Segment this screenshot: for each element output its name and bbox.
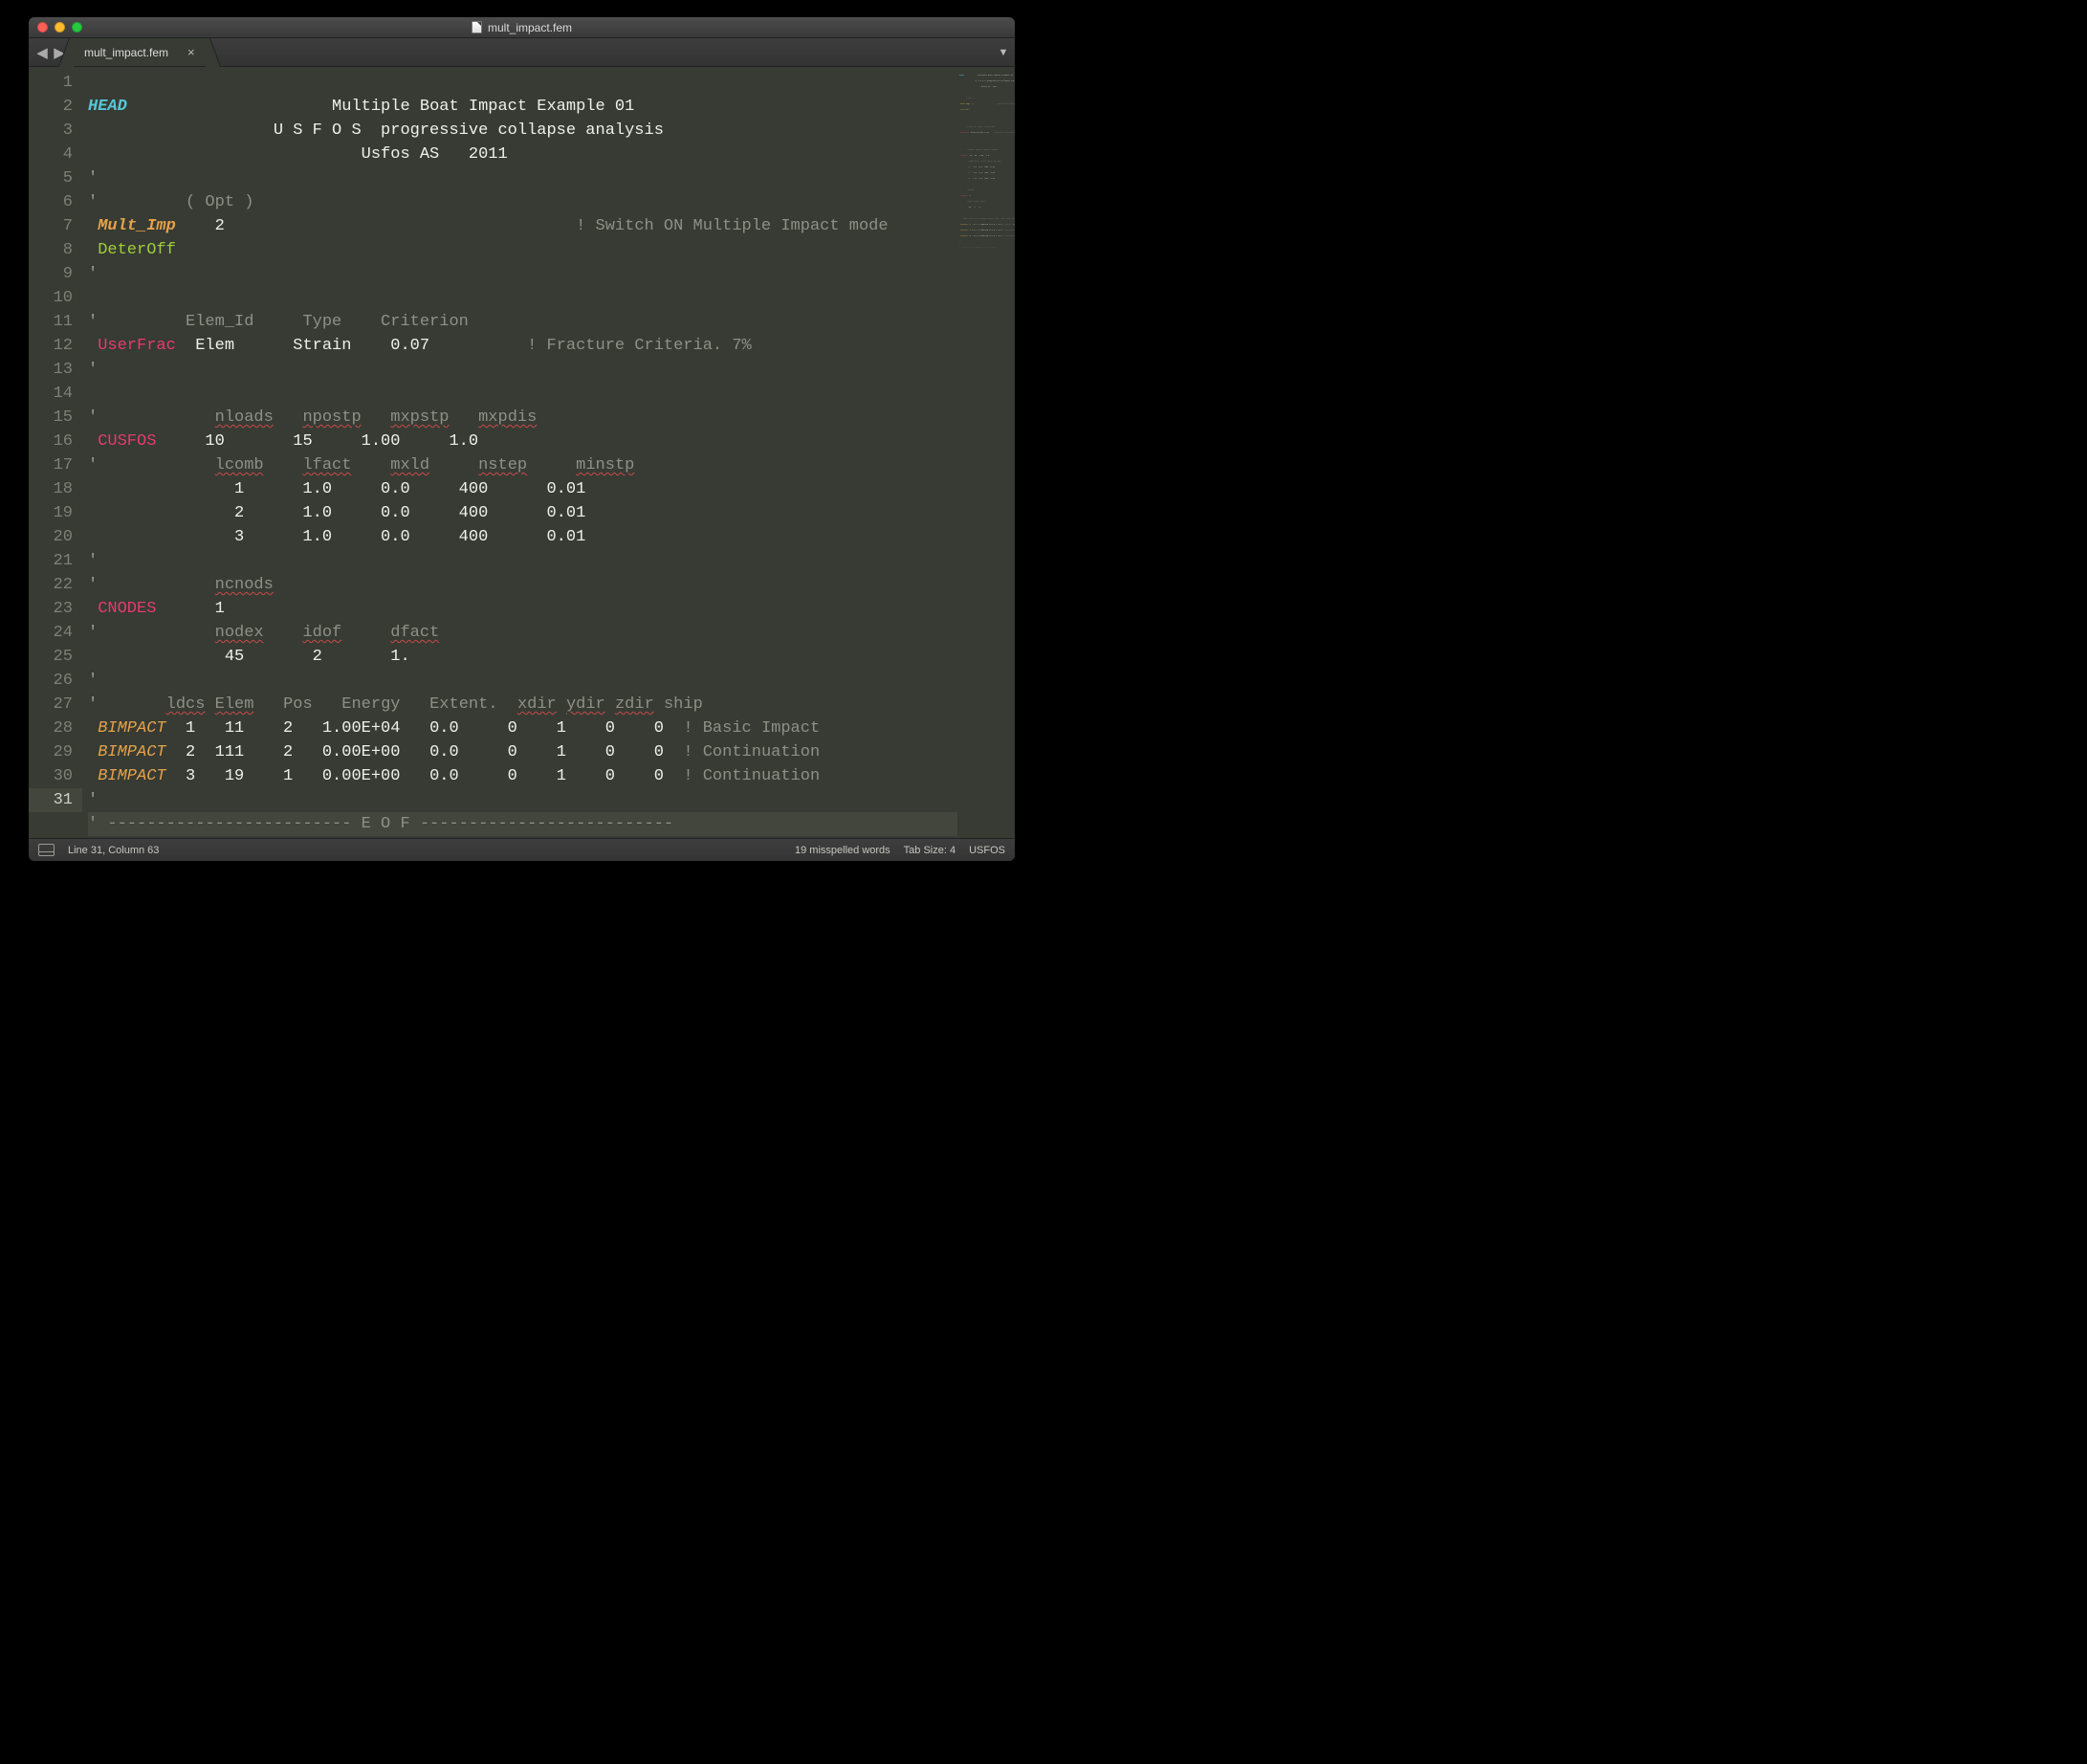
document-icon [472, 21, 482, 33]
token-userfrac: UserFrac [88, 337, 176, 355]
nav-back-button[interactable]: ◀ [34, 44, 50, 61]
panel-toggle-icon[interactable] [38, 844, 55, 856]
code-editor[interactable]: HEAD Multiple Boat Impact Example 01 U S… [82, 67, 957, 838]
status-cursor-position[interactable]: Line 31, Column 63 [68, 845, 159, 856]
line-number-gutter[interactable]: 1234567891011121314151617181920212223242… [29, 67, 82, 838]
window-title: mult_impact.fem [29, 21, 1015, 34]
token-bimpact: BIMPACT [88, 719, 166, 738]
tab-label: mult_impact.fem [84, 46, 168, 59]
token-head: HEAD [88, 98, 127, 116]
token-cnodes: CNODES [88, 600, 156, 618]
editor-area: 1234567891011121314151617181920212223242… [29, 67, 1015, 838]
tabs-dropdown-button[interactable]: ▼ [992, 38, 1015, 66]
editor-window: mult_impact.fem ◀ ▶ mult_impact.fem × ▼ … [29, 17, 1015, 861]
window-title-text: mult_impact.fem [488, 21, 572, 34]
traffic-lights [29, 22, 82, 33]
token-bimpact: BIMPACT [88, 743, 166, 761]
minimap[interactable]: HEAD Multiple Boat Impact Example 01 U S… [957, 67, 1015, 838]
status-tabsize[interactable]: Tab Size: 4 [904, 845, 956, 856]
status-spell[interactable]: 19 misspelled words [795, 845, 890, 856]
zoom-window-button[interactable] [72, 22, 82, 33]
token-mult-imp: Mult_Imp [88, 217, 176, 235]
titlebar: mult_impact.fem [29, 17, 1015, 38]
token-deteroff: DeterOff [88, 241, 176, 259]
tab-row: ◀ ▶ mult_impact.fem × ▼ [29, 38, 1015, 67]
minimize-window-button[interactable] [55, 22, 65, 33]
status-syntax[interactable]: USFOS [969, 845, 1005, 856]
token-bimpact: BIMPACT [88, 767, 166, 785]
tab-active[interactable]: mult_impact.fem × [73, 38, 208, 66]
token-cusfos: CUSFOS [88, 432, 156, 451]
close-window-button[interactable] [37, 22, 48, 33]
tab-close-button[interactable]: × [187, 45, 195, 59]
status-bar: Line 31, Column 63 19 misspelled words T… [29, 838, 1015, 861]
